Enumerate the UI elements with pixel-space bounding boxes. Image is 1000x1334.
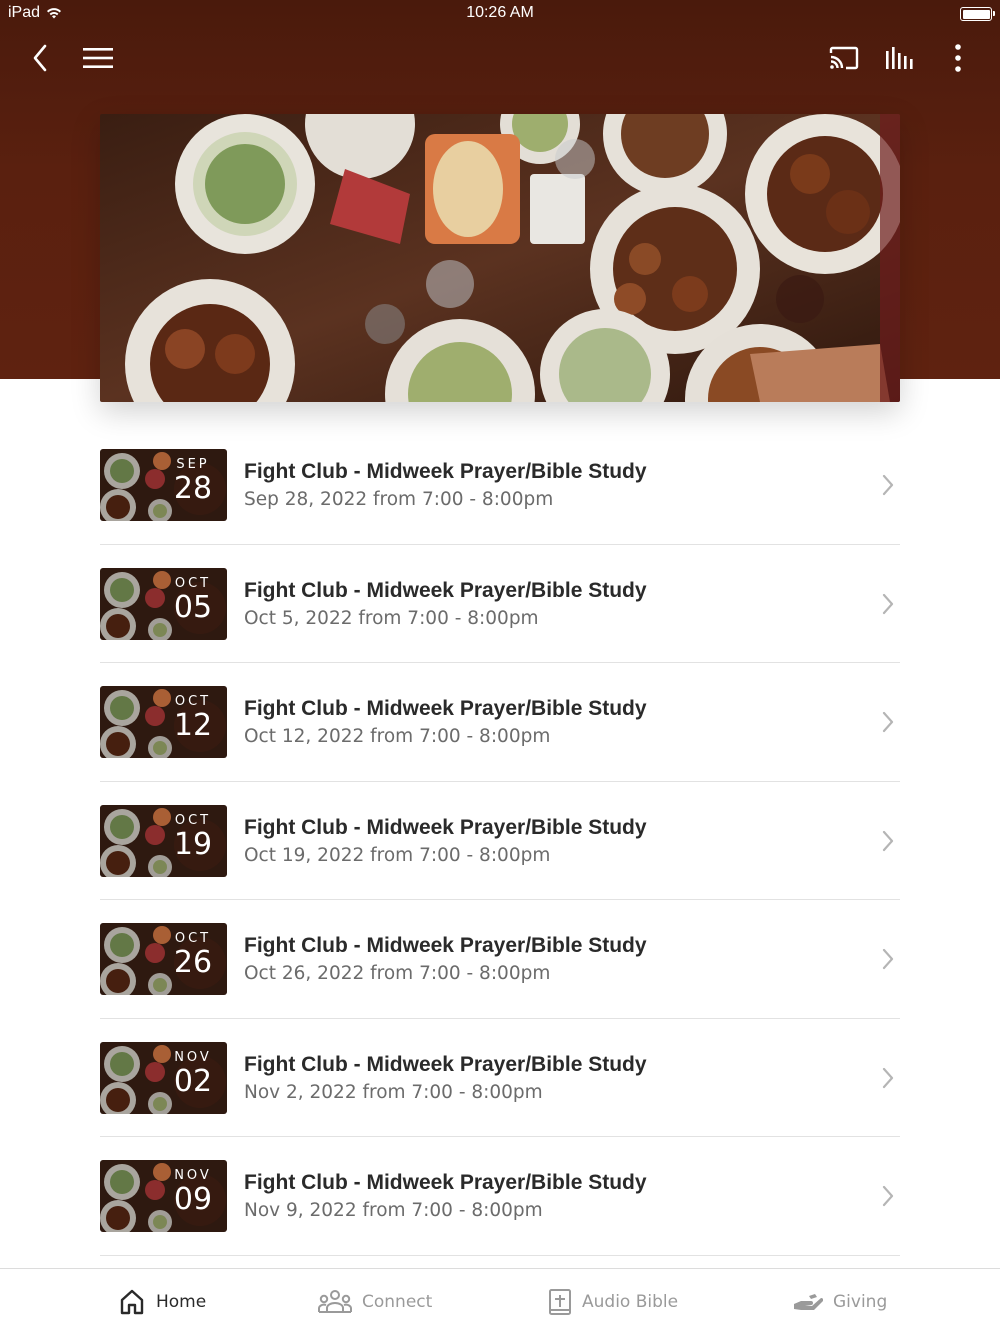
event-title: Fight Club - Midweek Prayer/Bible Study bbox=[244, 697, 647, 720]
event-date: Oct 19, 2022 from 7:00 - 8:00pm bbox=[244, 844, 551, 866]
event-title: Fight Club - Midweek Prayer/Bible Study bbox=[244, 1052, 647, 1076]
home-icon bbox=[120, 1289, 144, 1315]
event-list: SEP 28 Fight Club - Midweek Prayer/Bible… bbox=[100, 426, 900, 1256]
status-time: 10:26 AM bbox=[466, 4, 534, 21]
event-title: Fight Club - Midweek Prayer/Bible Study bbox=[244, 815, 647, 839]
event-day: 09 bbox=[173, 1182, 213, 1217]
tab-giving-label: Giving bbox=[833, 1292, 888, 1312]
event-thumbnail: OCT 05 bbox=[100, 567, 227, 640]
back-button[interactable] bbox=[16, 30, 64, 86]
tab-connect[interactable]: Connect bbox=[318, 1269, 432, 1334]
event-row[interactable]: NOV 02 Fight Club - Midweek Prayer/Bible… bbox=[100, 1019, 900, 1137]
event-title: Fight Club - Midweek Prayer/Bible Study bbox=[244, 1171, 647, 1194]
thumbnail-date: NOV 02 bbox=[173, 1050, 213, 1098]
chevron-right-icon bbox=[882, 593, 894, 614]
event-row[interactable]: OCT 12 Fight Club - Midweek Prayer/Bible… bbox=[100, 663, 900, 782]
giving-hand-icon bbox=[794, 1294, 823, 1310]
event-date: Oct 12, 2022 from 7:00 - 8:00pm bbox=[244, 726, 551, 747]
more-button[interactable] bbox=[934, 30, 982, 86]
event-thumbnail: OCT 19 bbox=[100, 804, 227, 877]
tab-giving[interactable]: Giving bbox=[793, 1269, 887, 1334]
event-thumbnail: OCT 12 bbox=[100, 686, 227, 758]
thumbnail-date: SEP 28 bbox=[173, 457, 213, 505]
thumbnail-date: OCT 26 bbox=[173, 931, 213, 979]
status-bar: iPad 10:26 AM bbox=[0, 0, 1000, 28]
event-date: Oct 26, 2022 from 7:00 - 8:00pm bbox=[244, 963, 551, 984]
tab-bar: Home Connect Audio Bible Giving bbox=[0, 1268, 1000, 1334]
chevron-left-icon bbox=[33, 44, 47, 72]
event-day: 26 bbox=[173, 945, 213, 980]
event-title: Fight Club - Midweek Prayer/Bible Study bbox=[244, 578, 647, 602]
event-date: Nov 2, 2022 from 7:00 - 8:00pm bbox=[244, 1081, 543, 1103]
event-row[interactable]: OCT 19 Fight Club - Midweek Prayer/Bible… bbox=[100, 782, 900, 900]
audio-bars-icon bbox=[886, 47, 913, 69]
chevron-right-icon bbox=[882, 830, 894, 851]
event-row[interactable]: OCT 26 Fight Club - Midweek Prayer/Bible… bbox=[100, 900, 900, 1019]
hero-image bbox=[100, 114, 900, 402]
food-table-image bbox=[100, 114, 900, 402]
event-date: Oct 5, 2022 from 7:00 - 8:00pm bbox=[244, 607, 539, 629]
more-vertical-icon bbox=[955, 44, 961, 72]
event-date: Sep 28, 2022 from 7:00 - 8:00pm bbox=[244, 489, 554, 510]
chevron-right-icon bbox=[882, 1067, 894, 1088]
menu-button[interactable] bbox=[74, 30, 122, 86]
bible-icon bbox=[549, 1289, 571, 1315]
chevron-right-icon bbox=[882, 474, 894, 496]
event-day: 12 bbox=[173, 708, 213, 743]
thumbnail-date: NOV 09 bbox=[173, 1168, 213, 1216]
event-day: 05 bbox=[173, 589, 213, 625]
hamburger-menu-icon bbox=[83, 48, 113, 68]
event-row[interactable]: OCT 05 Fight Club - Midweek Prayer/Bible… bbox=[100, 545, 900, 663]
tab-home-label: Home bbox=[156, 1292, 207, 1312]
battery-icon bbox=[960, 7, 995, 21]
event-day: 19 bbox=[173, 826, 213, 862]
audio-button[interactable] bbox=[877, 30, 925, 86]
thumbnail-date: OCT 12 bbox=[173, 694, 213, 742]
tab-audio-bible[interactable]: Audio Bible bbox=[548, 1269, 678, 1334]
event-thumbnail: NOV 09 bbox=[100, 1160, 227, 1232]
thumbnail-date: OCT 05 bbox=[173, 576, 213, 624]
cast-icon bbox=[829, 46, 859, 70]
tab-home[interactable]: Home bbox=[118, 1269, 206, 1334]
tab-audio-bible-label: Audio Bible bbox=[582, 1292, 679, 1312]
chevron-right-icon bbox=[882, 948, 894, 970]
event-thumbnail: NOV 02 bbox=[100, 1041, 227, 1114]
chevron-right-icon bbox=[882, 1185, 894, 1207]
event-thumbnail: OCT 26 bbox=[100, 923, 227, 995]
event-row[interactable]: SEP 28 Fight Club - Midweek Prayer/Bible… bbox=[100, 426, 900, 545]
event-title: Fight Club - Midweek Prayer/Bible Study bbox=[244, 460, 647, 483]
cast-button[interactable] bbox=[820, 30, 868, 86]
event-date: Nov 9, 2022 from 7:00 - 8:00pm bbox=[244, 1200, 543, 1221]
chevron-right-icon bbox=[882, 711, 894, 733]
navbar bbox=[0, 30, 1000, 86]
tab-connect-label: Connect bbox=[362, 1292, 433, 1312]
people-icon bbox=[318, 1290, 352, 1313]
event-day: 28 bbox=[173, 471, 213, 506]
event-title: Fight Club - Midweek Prayer/Bible Study bbox=[244, 934, 647, 957]
event-thumbnail: SEP 28 bbox=[100, 449, 227, 521]
event-row[interactable]: NOV 09 Fight Club - Midweek Prayer/Bible… bbox=[100, 1137, 900, 1256]
event-day: 02 bbox=[173, 1063, 213, 1099]
thumbnail-date: OCT 19 bbox=[173, 813, 213, 861]
